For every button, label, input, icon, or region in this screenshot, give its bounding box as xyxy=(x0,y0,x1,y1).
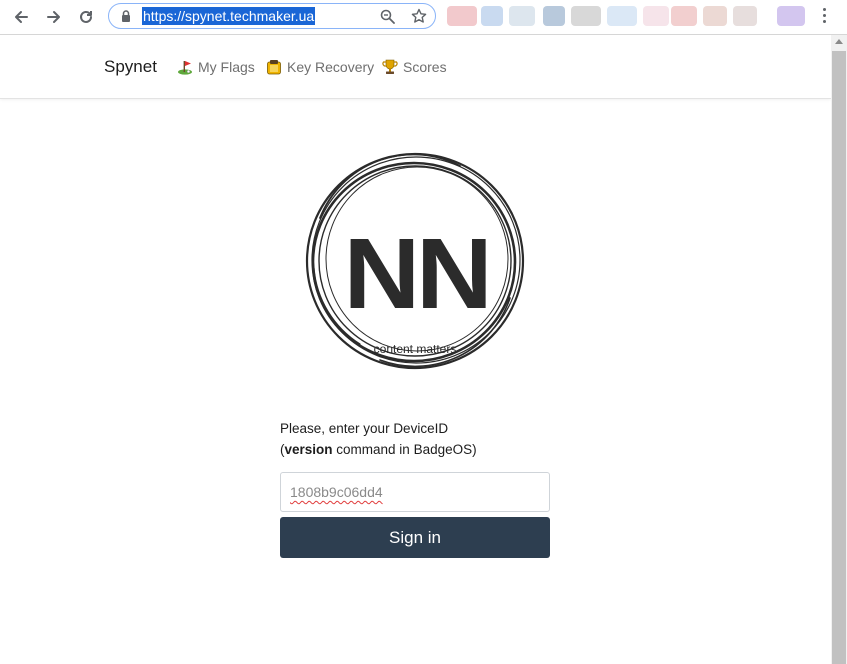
logo-letters: NN xyxy=(344,218,489,330)
nav-link-scores[interactable]: Scores xyxy=(382,59,447,75)
prompt-line-1: Please, enter your DeviceID xyxy=(280,421,449,436)
back-button[interactable] xyxy=(9,5,33,29)
trophy-icon xyxy=(382,59,398,74)
logo-tagline: content matters xyxy=(374,342,457,356)
prompt-command: version xyxy=(284,442,333,457)
nav-link-label: My Flags xyxy=(198,59,255,75)
device-id-prompt: Please, enter your DeviceID (version com… xyxy=(280,418,477,460)
zoom-icon[interactable] xyxy=(380,9,395,24)
back-icon xyxy=(15,11,28,23)
brand-link[interactable]: Spynet xyxy=(104,57,157,77)
menu-icon[interactable] xyxy=(817,8,831,26)
prompt-rest: command in BadgeOS) xyxy=(332,442,477,457)
extension-icon[interactable] xyxy=(777,6,805,26)
star-icon[interactable] xyxy=(411,8,427,24)
extension-icon[interactable] xyxy=(643,6,669,26)
key-clipboard-icon xyxy=(267,60,281,75)
extensions-area xyxy=(447,6,811,28)
extension-icon[interactable] xyxy=(447,6,477,26)
extension-icon[interactable] xyxy=(543,6,565,26)
scroll-thumb[interactable] xyxy=(832,51,846,664)
device-id-input[interactable]: 1808b9c06dd4 xyxy=(280,472,550,512)
extension-icon[interactable] xyxy=(607,6,637,26)
extension-icon[interactable] xyxy=(571,6,601,26)
nn-logo: NN content matters xyxy=(305,152,525,370)
extension-icon[interactable] xyxy=(671,6,697,26)
prompt-line-2: (version command in BadgeOS) xyxy=(280,439,477,460)
nav-link-label: Scores xyxy=(403,59,447,75)
nav-link-label: Key Recovery xyxy=(287,59,375,75)
extension-icon[interactable] xyxy=(509,6,535,26)
nav-link-my-flags[interactable]: My Flags xyxy=(177,59,255,75)
page-viewport: Spynet My Flags Key Recovery Scores NN c… xyxy=(0,35,831,664)
extension-icon[interactable] xyxy=(703,6,727,26)
url-text[interactable]: https://spynet.techmaker.ua xyxy=(142,7,316,25)
reload-icon xyxy=(80,10,92,23)
nav-link-key-recovery[interactable]: Key Recovery xyxy=(266,59,374,75)
extension-icon[interactable] xyxy=(481,6,503,26)
page-scrollbar[interactable] xyxy=(831,35,847,664)
top-navbar: Spynet My Flags Key Recovery Scores xyxy=(0,35,831,99)
scroll-up-arrow-icon[interactable] xyxy=(835,39,843,44)
address-bar[interactable]: https://spynet.techmaker.ua xyxy=(108,3,436,29)
forward-icon xyxy=(47,11,60,23)
forward-button[interactable] xyxy=(42,5,66,29)
lock-icon xyxy=(122,10,130,22)
golf-flag-icon xyxy=(178,61,192,75)
extension-icon[interactable] xyxy=(733,6,757,26)
device-id-value: 1808b9c06dd4 xyxy=(290,484,383,500)
reload-button[interactable] xyxy=(74,5,98,29)
browser-toolbar: https://spynet.techmaker.ua xyxy=(0,0,847,35)
sign-in-button[interactable]: Sign in xyxy=(280,517,550,558)
